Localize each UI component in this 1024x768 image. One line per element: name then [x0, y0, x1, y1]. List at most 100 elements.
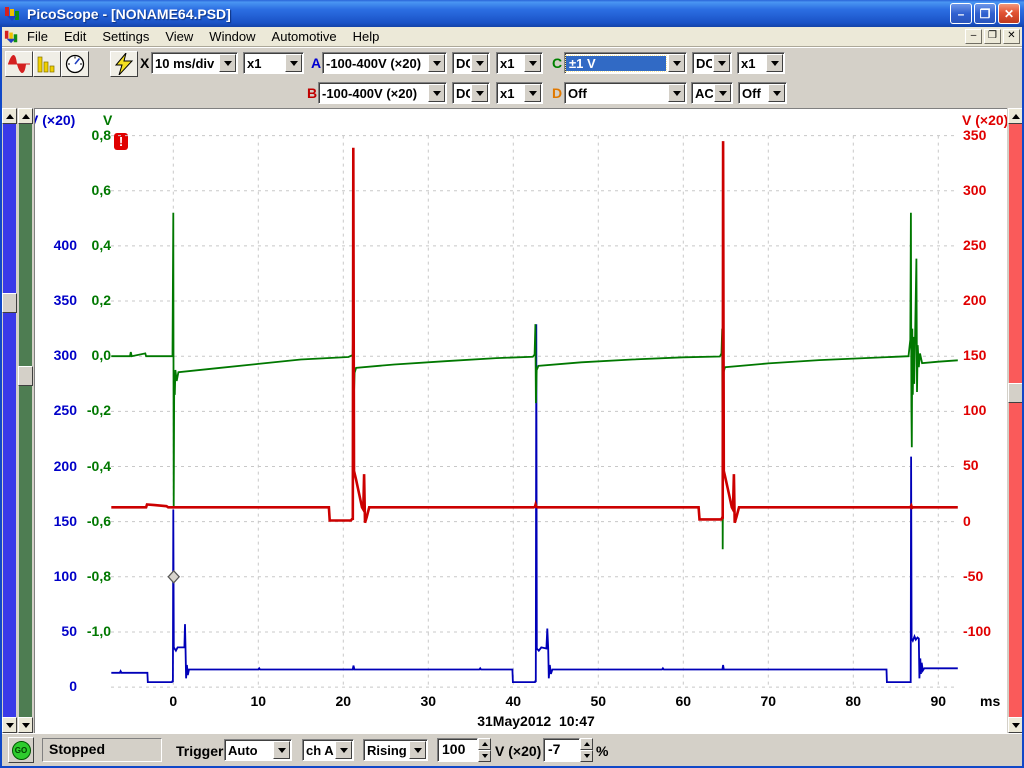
restore-button[interactable]: ❐	[974, 3, 996, 24]
trigger-settings-button[interactable]	[110, 51, 138, 77]
chevron-down-icon[interactable]	[668, 84, 685, 102]
trigger-level-spinner[interactable]	[478, 738, 491, 762]
chevron-down-icon[interactable]	[335, 741, 352, 759]
trigger-level-input[interactable]: 100	[437, 738, 478, 762]
green-axis-scrollbar[interactable]	[18, 108, 33, 733]
close-button[interactable]: ✕	[998, 3, 1020, 24]
red-axis-tick: 350	[963, 127, 986, 143]
channel-b-mult-combo[interactable]: x1	[496, 82, 543, 104]
menu-window[interactable]: Window	[201, 27, 263, 46]
channel-a-coupling-combo[interactable]: DC	[452, 52, 490, 74]
channel-c-label: C	[552, 55, 562, 71]
channel-b-range-combo[interactable]: -100-400V (×20)	[318, 82, 447, 104]
blue-scroll-track[interactable]	[3, 124, 16, 717]
blue-axis-scrollbar[interactable]	[2, 108, 17, 733]
red-axis-tick: 300	[963, 182, 986, 198]
title-bar[interactable]: PicoScope - [NONAME64.PSD] – ❐ ✕	[0, 0, 1024, 27]
chevron-down-icon[interactable]	[668, 54, 685, 72]
channel-a-range-combo[interactable]: -100-400V (×20)	[322, 52, 447, 74]
scroll-down-icon[interactable]	[18, 717, 33, 733]
go-button[interactable]: GO	[8, 737, 34, 763]
channel-c-range-combo[interactable]: ±1 V	[564, 52, 687, 74]
timebase-combo[interactable]: 10 ms/div	[151, 52, 238, 74]
green-axis-tick: 0,6	[35, 182, 111, 198]
x-axis-tick: 90	[931, 693, 947, 709]
scroll-down-icon[interactable]	[2, 717, 17, 733]
spectrum-bars-icon	[37, 55, 57, 73]
red-axis-scrollbar[interactable]	[1008, 108, 1023, 733]
picoscope-app-icon	[4, 5, 21, 22]
chevron-down-icon[interactable]	[428, 54, 445, 72]
channel-b-coupling-combo[interactable]: DC	[452, 82, 490, 104]
minimize-button[interactable]: –	[950, 3, 972, 24]
menu-file[interactable]: File	[19, 27, 56, 46]
red-axis-tick: 100	[963, 402, 986, 418]
channel-a-label: A	[311, 55, 321, 71]
chevron-down-icon[interactable]	[273, 741, 290, 759]
chevron-down-icon[interactable]	[766, 54, 783, 72]
red-axis-tick: 150	[963, 347, 986, 363]
mdi-minimize-button[interactable]: –	[965, 29, 982, 44]
green-axis-tick: -0,8	[35, 568, 111, 584]
chevron-down-icon[interactable]	[713, 54, 730, 72]
scroll-down-icon[interactable]	[1008, 717, 1023, 733]
scroll-up-icon[interactable]	[2, 108, 17, 124]
channel-d-range-combo[interactable]: Off	[564, 82, 687, 104]
menu-help[interactable]: Help	[345, 27, 388, 46]
menu-edit[interactable]: Edit	[56, 27, 94, 46]
channel-d-coupling-combo[interactable]: AC	[691, 82, 733, 104]
mdi-restore-button[interactable]: ❐	[984, 29, 1001, 44]
trigger-label: Trigger	[176, 743, 223, 759]
chevron-down-icon[interactable]	[428, 84, 445, 102]
scope-view-button[interactable]	[5, 51, 33, 77]
green-axis-tick: 0,4	[35, 237, 111, 253]
trigger-marker-diamond[interactable]	[168, 571, 179, 583]
chevron-down-icon[interactable]	[219, 54, 236, 72]
menu-settings[interactable]: Settings	[94, 27, 157, 46]
pretrigger-spinner[interactable]	[580, 738, 593, 762]
scroll-up-icon[interactable]	[1008, 108, 1023, 124]
channel-c-coupling-combo[interactable]: DC	[692, 52, 732, 74]
chevron-down-icon[interactable]	[285, 54, 302, 72]
green-scroll-track[interactable]	[19, 124, 32, 717]
channel-c-mult-combo[interactable]: x1	[737, 52, 785, 74]
scope-display-area: V (×20) V V (×20) ! ms 31May2012 10:47 4…	[0, 108, 1024, 733]
spectrum-view-button[interactable]	[33, 51, 61, 77]
waveform-canvas	[35, 109, 1007, 733]
channel-d-mult-combo[interactable]: Off	[738, 82, 787, 104]
waveform-plot: V (×20) V V (×20) ! ms 31May2012 10:47 4…	[34, 108, 1007, 733]
lightning-icon	[114, 53, 134, 75]
chevron-down-icon[interactable]	[714, 84, 731, 102]
green-scroll-thumb[interactable]	[18, 366, 33, 386]
pretrigger-input[interactable]: -7	[543, 738, 580, 762]
picoscope-menu-icon	[4, 29, 19, 44]
mdi-close-button[interactable]: ✕	[1003, 29, 1020, 44]
x-axis-tick: 30	[421, 693, 437, 709]
x-axis-label: X	[140, 55, 149, 71]
menu-automotive[interactable]: Automotive	[264, 27, 345, 46]
blue-scroll-thumb[interactable]	[2, 293, 17, 313]
chevron-down-icon[interactable]	[471, 84, 488, 102]
menu-view[interactable]: View	[157, 27, 201, 46]
meter-gauge-icon	[65, 54, 85, 74]
chevron-down-icon[interactable]	[768, 84, 785, 102]
blue-axis-tick: 0	[35, 678, 77, 694]
trigger-mode-combo[interactable]: Auto	[224, 739, 292, 761]
go-icon: GO	[12, 741, 31, 760]
x-axis-tick: 50	[591, 693, 607, 709]
chevron-down-icon[interactable]	[471, 54, 488, 72]
trigger-source-combo[interactable]: ch A	[302, 739, 354, 761]
x-axis-tick: 60	[676, 693, 692, 709]
meter-view-button[interactable]	[61, 51, 89, 77]
chevron-down-icon[interactable]	[524, 84, 541, 102]
red-scroll-track[interactable]	[1009, 124, 1022, 717]
green-axis-tick: 0,8	[35, 127, 111, 143]
red-scroll-thumb[interactable]	[1008, 383, 1023, 403]
channel-a-mult-combo[interactable]: x1	[496, 52, 543, 74]
x-axis-tick: 40	[506, 693, 522, 709]
chevron-down-icon[interactable]	[524, 54, 541, 72]
scroll-up-icon[interactable]	[18, 108, 33, 124]
chevron-down-icon[interactable]	[409, 741, 426, 759]
trigger-edge-combo[interactable]: Rising	[363, 739, 428, 761]
x-multiplier-combo[interactable]: x1	[243, 52, 304, 74]
